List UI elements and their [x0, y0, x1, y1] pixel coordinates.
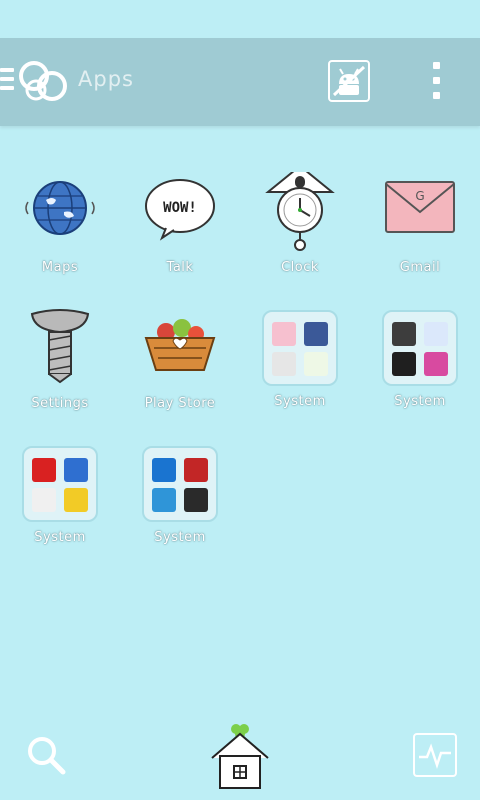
- app-label: Talk: [166, 260, 194, 275]
- folder-system-2[interactable]: System: [360, 308, 480, 409]
- camera-icon: [272, 322, 296, 346]
- avatar-app-icon: [392, 352, 416, 376]
- app-label: Maps: [41, 260, 79, 275]
- youtube-icon: [32, 458, 56, 482]
- folder-system-1[interactable]: System: [240, 308, 360, 409]
- android-icon: [332, 65, 366, 97]
- app-label: Gmail: [399, 260, 441, 275]
- launcher-logo-icon[interactable]: [16, 56, 70, 106]
- facebook-icon: [304, 322, 328, 346]
- app-gmail[interactable]: G Gmail: [360, 172, 480, 275]
- search-button[interactable]: [24, 733, 68, 777]
- evernote-icon: [304, 352, 328, 376]
- app-label: Clock: [281, 260, 319, 275]
- movies-icon: [184, 458, 208, 482]
- character-app-icon: [184, 488, 208, 512]
- store-bag-icon: [424, 352, 448, 376]
- app-label: System: [394, 394, 446, 409]
- app-label: Play Store: [144, 396, 216, 411]
- app-settings[interactable]: Settings: [0, 308, 120, 411]
- page-title: Apps: [78, 67, 134, 91]
- svg-text:G: G: [415, 189, 424, 203]
- folder-system-3[interactable]: System: [0, 444, 120, 545]
- talk-bubble-text: WOW!: [163, 200, 197, 216]
- folder-icon: [382, 310, 458, 386]
- android-store-button[interactable]: [328, 60, 370, 102]
- home-button[interactable]: [208, 720, 272, 792]
- house-icon: [211, 724, 269, 789]
- speech-bubble-icon: WOW!: [140, 172, 220, 252]
- app-talk[interactable]: WOW! Talk: [120, 172, 240, 275]
- app-label: System: [274, 394, 326, 409]
- app-clock[interactable]: Clock: [240, 164, 360, 275]
- overflow-menu-icon[interactable]: [426, 62, 446, 104]
- envelope-icon: G: [380, 172, 460, 252]
- folder-icon: [142, 446, 218, 522]
- skype-icon: [152, 488, 176, 512]
- activity-button[interactable]: [413, 733, 457, 777]
- app-label: System: [154, 530, 206, 545]
- vk-icon: [64, 458, 88, 482]
- folder-system-4[interactable]: System: [120, 444, 240, 545]
- app-play-store[interactable]: Play Store: [120, 308, 240, 411]
- wiki-icon: [32, 488, 56, 512]
- drawer-menu-icon[interactable]: [0, 68, 14, 92]
- books-icon: [152, 458, 176, 482]
- play-music-icon: [424, 322, 448, 346]
- app-label: Settings: [31, 396, 89, 411]
- app-maps[interactable]: Maps: [0, 172, 120, 275]
- folder-icon: [262, 310, 338, 386]
- basket-icon: [140, 308, 220, 388]
- status-bar: [0, 0, 480, 38]
- app-label: System: [34, 530, 86, 545]
- pulse-icon: [419, 743, 451, 769]
- folder-icon: [22, 446, 98, 522]
- binoculars-icon: [272, 352, 296, 376]
- magnifier-icon: [28, 737, 66, 775]
- globe-icon: [20, 172, 100, 252]
- cuckoo-clock-icon: [260, 164, 340, 252]
- app-drawer-header: Apps: [0, 38, 480, 126]
- star-game-icon: [64, 488, 88, 512]
- screw-icon: [20, 308, 100, 388]
- calculator-icon: [392, 322, 416, 346]
